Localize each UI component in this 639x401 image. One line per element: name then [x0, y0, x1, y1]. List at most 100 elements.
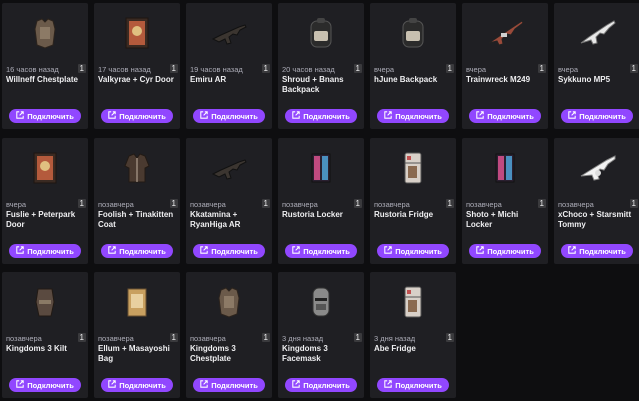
connect-button[interactable]: Подключить	[101, 244, 173, 258]
external-link-icon	[200, 111, 211, 121]
connect-button[interactable]: Подключить	[193, 378, 265, 392]
connect-button[interactable]: Подключить	[193, 109, 265, 123]
drop-time: позавчера	[190, 200, 226, 209]
drop-count-badge: 1	[445, 199, 454, 208]
connect-button-label: Подключить	[579, 246, 626, 256]
drop-count-badge: 1	[77, 199, 86, 208]
drop-title: Kingdoms 3 Facemask	[282, 344, 328, 363]
drop-card: вчера 1 Sykkuno MP5 Подключить	[554, 3, 639, 129]
drop-time: позавчера	[98, 200, 134, 209]
drop-title: Fuslie + Peterpark Door	[6, 210, 76, 229]
drop-time: 19 часов назад	[190, 65, 243, 74]
kilt-icon	[2, 272, 88, 332]
door-icon	[2, 138, 88, 198]
drop-card: позавчера 1 Ellum + Masayoshi Bag Подключит…	[94, 272, 180, 398]
connect-button-label: Подключить	[303, 246, 350, 256]
connect-button-label: Подключить	[487, 111, 534, 121]
connect-button-label: Подключить	[27, 111, 74, 121]
drop-title: Rustoria Fridge	[374, 210, 434, 219]
drop-title: Shoto + Michi Locker	[466, 210, 519, 229]
drop-title: Sykkuno MP5	[558, 75, 611, 84]
external-link-icon	[384, 111, 395, 121]
external-link-icon	[568, 246, 579, 256]
connect-button[interactable]: Подключить	[285, 378, 357, 392]
drop-count-badge: 1	[261, 333, 270, 342]
drop-time: позавчера	[558, 200, 594, 209]
drop-time: позавчера	[190, 334, 226, 343]
tommy-gun-icon	[554, 138, 639, 198]
connect-button[interactable]: Подключить	[561, 109, 633, 123]
drop-time: вчера	[466, 65, 487, 74]
drop-card: 20 часов назад 1 Shroud + Bnans Backpack По…	[278, 3, 364, 129]
connect-button[interactable]: Подключить	[9, 109, 81, 123]
drop-count-badge: 1	[261, 64, 270, 73]
external-link-icon	[16, 111, 27, 121]
drop-title: Shroud + Bnans Backpack	[282, 75, 344, 94]
drop-card: позавчера 1 Kingdoms 3 Chestplate Подключит…	[186, 272, 272, 398]
drop-title: Willneff Chestplate	[6, 75, 78, 84]
drop-count-badge: 1	[537, 199, 546, 208]
connect-button-label: Подключить	[211, 111, 258, 121]
drop-count-badge: 1	[77, 64, 86, 73]
drop-card: позавчера 1 Kkatamina + RyanHiga AR Подключ…	[186, 138, 272, 264]
smg-icon	[554, 3, 639, 63]
drop-title: Trainwreck M249	[466, 75, 531, 84]
drop-title: hJune Backpack	[374, 75, 438, 84]
connect-button[interactable]: Подключить	[469, 244, 541, 258]
drop-card: 17 часов назад 1 Valkyrae + Cyr Door Подклю…	[94, 3, 180, 129]
drop-card: 16 часов назад 1 Willneff Chestplate Подклю…	[2, 3, 88, 129]
drop-title: Kkatamina + RyanHiga AR	[190, 210, 241, 229]
rifle-icon	[186, 3, 272, 63]
connect-button[interactable]: Подключить	[377, 109, 449, 123]
drop-card: позавчера 1 Rustoria Locker Подключить	[278, 138, 364, 264]
connect-button[interactable]: Подключить	[561, 244, 633, 258]
drop-count-badge: 1	[629, 199, 638, 208]
drop-card: 3 дня назад 1 Kingdoms 3 Facemask Подключит…	[278, 272, 364, 398]
connect-button-label: Подключить	[211, 380, 258, 390]
backpack-icon	[370, 3, 456, 63]
external-link-icon	[292, 111, 303, 121]
drop-count-badge: 1	[169, 199, 178, 208]
drop-card: вчера 1 hJune Backpack Подключить	[370, 3, 456, 129]
connect-button-label: Подключить	[395, 246, 442, 256]
drop-count-badge: 1	[629, 64, 638, 73]
external-link-icon	[200, 246, 211, 256]
connect-button[interactable]: Подключить	[285, 244, 357, 258]
drop-title: Kingdoms 3 Kilt	[6, 344, 67, 353]
connect-button[interactable]: Подключить	[285, 109, 357, 123]
external-link-icon	[476, 246, 487, 256]
connect-button[interactable]: Подключить	[377, 378, 449, 392]
connect-button[interactable]: Подключить	[101, 109, 173, 123]
locker-icon	[462, 138, 548, 198]
drop-title: Ellum + Masayoshi Bag	[98, 344, 170, 363]
connect-button-label: Подключить	[303, 380, 350, 390]
drop-title: Rustoria Locker	[282, 210, 343, 219]
drop-count-badge: 1	[537, 64, 546, 73]
chestplate-icon	[186, 272, 272, 332]
fridge-icon	[370, 272, 456, 332]
external-link-icon	[108, 111, 119, 121]
external-link-icon	[476, 111, 487, 121]
drop-card: позавчера 1 xChoco + Starsmitt Tommy Подклю…	[554, 138, 639, 264]
connect-button[interactable]: Подключить	[9, 244, 81, 258]
drop-time: 16 часов назад	[6, 65, 59, 74]
connect-button-label: Подключить	[303, 111, 350, 121]
locker-icon	[278, 138, 364, 198]
connect-button[interactable]: Подключить	[193, 244, 265, 258]
external-link-icon	[292, 380, 303, 390]
connect-button[interactable]: Подключить	[101, 378, 173, 392]
connect-button[interactable]: Подключить	[9, 378, 81, 392]
connect-button[interactable]: Подключить	[377, 244, 449, 258]
connect-button-label: Подключить	[27, 246, 74, 256]
drop-title: Valkyrae + Cyr Door	[98, 75, 174, 84]
connect-button-label: Подключить	[27, 380, 74, 390]
facemask-icon	[278, 272, 364, 332]
external-link-icon	[108, 380, 119, 390]
drop-time: 3 дня назад	[282, 334, 324, 343]
drop-count-badge: 1	[77, 333, 86, 342]
drop-title: Kingdoms 3 Chestplate	[190, 344, 236, 363]
drop-title: Emiru AR	[190, 75, 227, 84]
connect-button-label: Подключить	[211, 246, 258, 256]
drop-count-badge: 1	[445, 64, 454, 73]
connect-button[interactable]: Подключить	[469, 109, 541, 123]
